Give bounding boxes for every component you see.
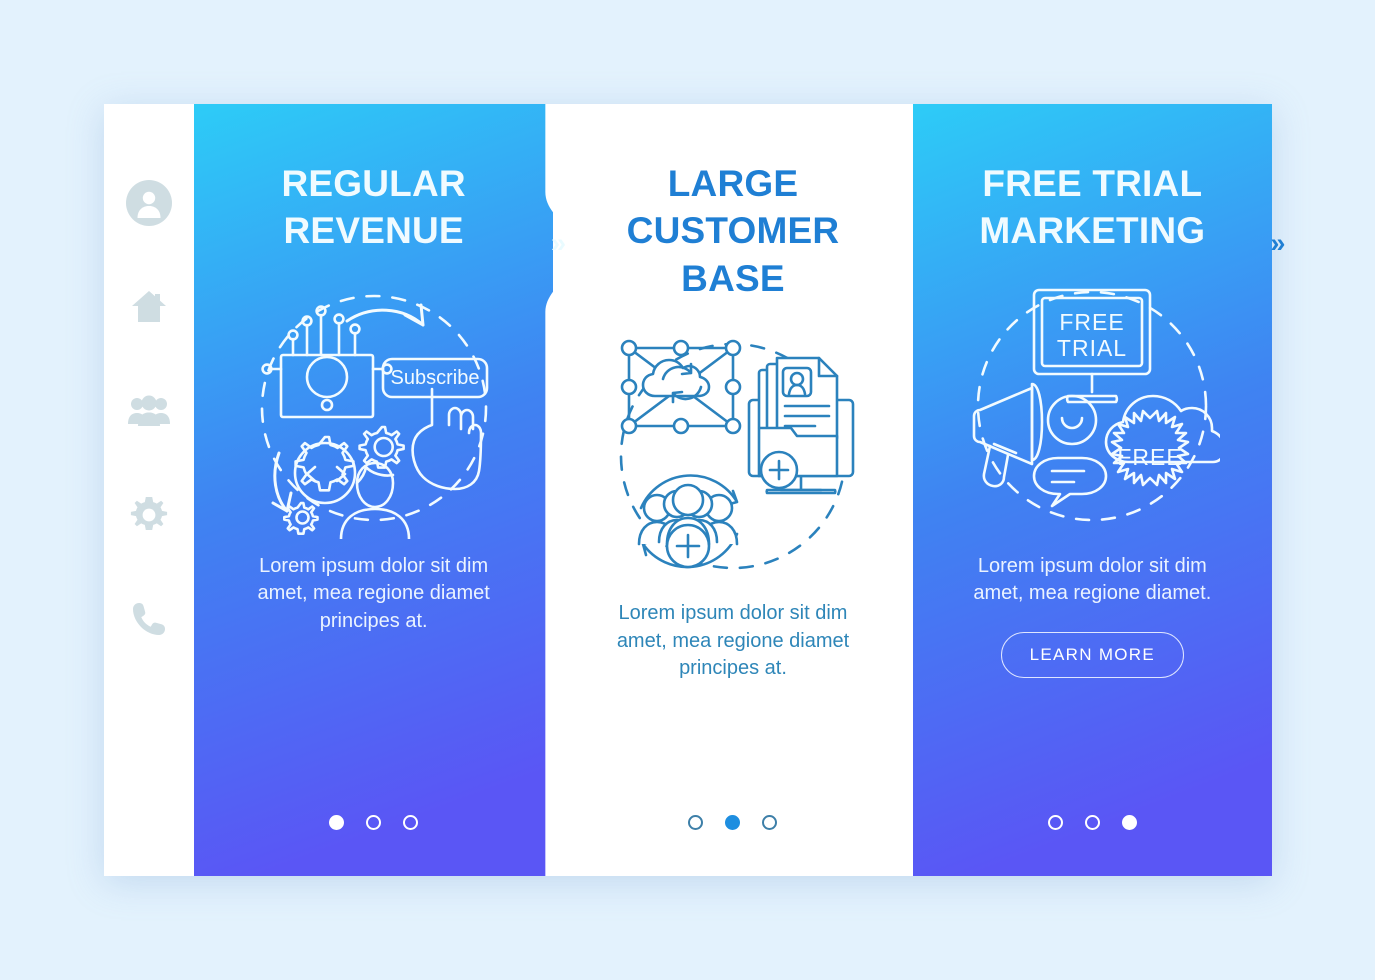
- panel-free-trial-marketing: FREE TRIAL MARKETING FREE TRIAL FREE Lor…: [912, 104, 1272, 876]
- home-icon: [132, 291, 166, 322]
- page-title: FREE TRIAL MARKETING: [979, 163, 1206, 252]
- pagination-dot-3[interactable]: [1121, 815, 1137, 830]
- customer-base-illustration: [603, 320, 863, 590]
- pagination-dot-1[interactable]: [688, 815, 704, 830]
- panel-description: Lorem ipsum dolor sit dim amet, mea regi…: [973, 554, 1212, 605]
- sidebar-item-settings[interactable]: [126, 492, 172, 538]
- sidebar-item-home[interactable]: [126, 284, 172, 330]
- pagination-dot-1[interactable]: [1047, 815, 1063, 830]
- pagination-dot-2[interactable]: [725, 815, 741, 830]
- user-icon: [126, 180, 172, 226]
- subscribe-revenue-illustration: Subscribe: [244, 273, 504, 543]
- panel-regular-revenue: REGULAR REVENUE Subscribe Lorem ipsum do…: [194, 104, 566, 876]
- sidebar: [104, 104, 194, 876]
- onboarding-card: REGULAR REVENUE Subscribe Lorem ipsum do…: [104, 104, 1285, 876]
- panel-large-customer-base: LARGE CUSTOMER BASE Lorem ipsum dolor si…: [553, 104, 1285, 876]
- subscribe-label: Subscribe: [390, 367, 479, 389]
- free-trial-label-line2: TRIAL: [1057, 335, 1127, 361]
- free-trial-label-line1: FREE: [1060, 309, 1125, 335]
- pagination-dot-1[interactable]: [329, 815, 345, 830]
- panel-description: Lorem ipsum dolor sit dim amet, mea regi…: [257, 554, 490, 632]
- learn-more-button[interactable]: LEARN MORE: [1000, 631, 1185, 678]
- sidebar-item-people[interactable]: [126, 388, 172, 434]
- pagination-dot-3[interactable]: [403, 815, 419, 830]
- phone-icon: [133, 603, 165, 635]
- panel-description: Lorem ipsum dolor sit dim amet, mea regi…: [616, 602, 850, 680]
- page-title: REGULAR REVENUE: [281, 163, 466, 252]
- sidebar-item-contact[interactable]: [126, 596, 172, 642]
- next-chevron-icon-2[interactable]: »: [1259, 226, 1293, 260]
- free-trial-illustration: FREE TRIAL FREE: [962, 273, 1222, 543]
- pagination-dots-2: [553, 815, 912, 830]
- gear-icon: [130, 497, 168, 530]
- pagination-dot-3[interactable]: [762, 815, 778, 830]
- free-badge-label: FREE: [1118, 444, 1183, 470]
- panels-container: REGULAR REVENUE Subscribe Lorem ipsum do…: [194, 104, 1285, 876]
- pagination-dots-1: [194, 815, 553, 830]
- people-icon: [128, 395, 170, 426]
- next-chevron-icon-1[interactable]: »: [540, 226, 574, 260]
- pagination-dot-2[interactable]: [366, 815, 382, 830]
- pagination-dots-3: [913, 815, 1272, 830]
- pagination-dot-2[interactable]: [1084, 815, 1100, 830]
- sidebar-item-profile[interactable]: [126, 180, 172, 226]
- page-title: LARGE CUSTOMER BASE: [626, 163, 840, 299]
